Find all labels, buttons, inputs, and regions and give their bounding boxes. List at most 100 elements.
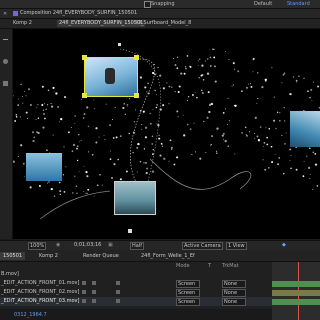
particle: [47, 89, 50, 92]
quality-switch-icon[interactable]: [92, 281, 96, 285]
zoom-dropdown[interactable]: 100%: [28, 242, 47, 250]
visibility-switch-icon[interactable]: [82, 281, 86, 285]
particle: [302, 175, 305, 178]
particle: [169, 139, 172, 142]
surfer-clip-top[interactable]: [84, 57, 138, 97]
tab-timeline-150501[interactable]: 150501: [0, 252, 26, 260]
dock-dot-icon[interactable]: [3, 59, 8, 64]
snapping-label: Snapping: [151, 1, 175, 7]
layer-row[interactable]: B.mov]: [0, 270, 272, 279]
fx-switch-icon[interactable]: [116, 290, 120, 294]
particle: [55, 92, 58, 95]
particle: [250, 83, 251, 85]
layer-mode-dropdown[interactable]: Screen: [176, 298, 200, 306]
layer-trkmat-dropdown[interactable]: None: [222, 289, 246, 297]
particle: [95, 127, 98, 130]
selection-handle[interactable]: [134, 93, 139, 98]
particle: [139, 160, 142, 163]
particle: [85, 171, 88, 174]
particle: [115, 136, 118, 139]
layer-row[interactable]: _EDIT_ACTION_FRONT_02.mov] Screen None: [0, 288, 272, 297]
surfer-clip-right[interactable]: [290, 111, 320, 147]
particle: [149, 112, 151, 115]
particle: [51, 105, 54, 108]
particle: [123, 103, 125, 105]
tab-komp-2[interactable]: Komp 2: [11, 20, 34, 27]
particle: [76, 192, 78, 194]
workspace-standard[interactable]: Standard: [287, 1, 310, 7]
particle: [177, 116, 179, 118]
layer-bar[interactable]: [272, 290, 320, 296]
particle: [233, 68, 236, 70]
layer-bar[interactable]: [272, 281, 320, 287]
fast-preview-icon[interactable]: ◆: [282, 242, 286, 248]
layer-trkmat-dropdown[interactable]: None: [222, 280, 246, 288]
particle: [176, 110, 179, 113]
composition-viewer[interactable]: [0, 29, 320, 239]
particle: [276, 111, 279, 114]
selection-handle[interactable]: [82, 55, 87, 60]
particle: [289, 159, 291, 161]
layer-trkmat-dropdown[interactable]: None: [222, 298, 246, 306]
quality-switch-icon[interactable]: [92, 299, 96, 303]
particle: [111, 177, 113, 179]
particle: [187, 96, 190, 98]
layer-mode-dropdown[interactable]: Screen: [176, 280, 200, 288]
path-handle[interactable]: [118, 43, 121, 46]
surfer-clip-left[interactable]: [26, 153, 62, 181]
timeline-tracks[interactable]: [272, 262, 320, 320]
particle: [52, 86, 55, 89]
particle: [76, 147, 78, 150]
quality-switch-icon[interactable]: [92, 290, 96, 294]
tab-surfboard-model[interactable]: 3D_Surfboard_Model_8: [132, 20, 193, 27]
particle: [44, 103, 46, 105]
particle: [283, 172, 285, 175]
particle: [126, 106, 128, 107]
particle: [275, 127, 277, 130]
close-icon[interactable]: ✕: [3, 11, 7, 17]
snapshot-icon[interactable]: ▣: [108, 242, 113, 248]
particle: [125, 170, 128, 173]
particle: [63, 96, 67, 99]
layer-name: _EDIT_ACTION_FRONT_01.mov]: [1, 280, 80, 286]
layer-row-selected[interactable]: _EDIT_ACTION_FRONT_03.mov] Screen None: [0, 297, 272, 306]
resolution-dropdown[interactable]: Half: [130, 242, 144, 250]
composition-header: ✕ Composition 24fl_EVERYBODY_SURFIN_1505…: [0, 9, 320, 19]
particle: [128, 132, 130, 135]
particle: [201, 64, 204, 67]
visibility-switch-icon[interactable]: [82, 290, 86, 294]
particle: [205, 152, 207, 153]
particle: [63, 191, 66, 193]
path-handle[interactable]: [128, 229, 132, 233]
dock-square-icon[interactable]: [3, 81, 8, 86]
tab-timeline-komp-2[interactable]: Komp 2: [36, 252, 61, 260]
fx-switch-icon[interactable]: [116, 281, 120, 285]
viewer-canvas: [0, 48, 320, 220]
camera-icon[interactable]: ◉: [56, 242, 60, 248]
particle: [112, 119, 113, 120]
selection-handle[interactable]: [82, 93, 87, 98]
selection-handle[interactable]: [134, 55, 139, 60]
tab-render-queue[interactable]: Render Queue: [80, 252, 122, 260]
views-dropdown[interactable]: 1 View: [226, 242, 247, 250]
workspace-default[interactable]: Default: [254, 1, 272, 7]
motion-path-3: [149, 158, 252, 190]
layer-mode-dropdown[interactable]: Screen: [176, 289, 200, 297]
visibility-switch-icon[interactable]: [82, 299, 86, 303]
particle: [198, 77, 200, 79]
fx-switch-icon[interactable]: [116, 299, 120, 303]
layer-row[interactable]: _EDIT_ACTION_FRONT_01.mov] Screen None: [0, 279, 272, 288]
timecode[interactable]: 0;01;03;16: [74, 242, 101, 248]
tab-form-welle[interactable]: 24fl_Form_Welle_1_Ef: [138, 252, 198, 260]
particle: [292, 76, 295, 78]
particle: [196, 96, 198, 99]
snapping-checkbox[interactable]: [144, 1, 151, 8]
camera-dropdown[interactable]: Active Camera: [182, 242, 223, 250]
surfer-clip-center[interactable]: [114, 181, 156, 215]
particle: [141, 124, 143, 125]
particle: [208, 49, 210, 51]
layer-bar[interactable]: [272, 299, 320, 305]
particle: [47, 182, 49, 184]
particle: [159, 154, 162, 157]
particle: [222, 112, 225, 114]
